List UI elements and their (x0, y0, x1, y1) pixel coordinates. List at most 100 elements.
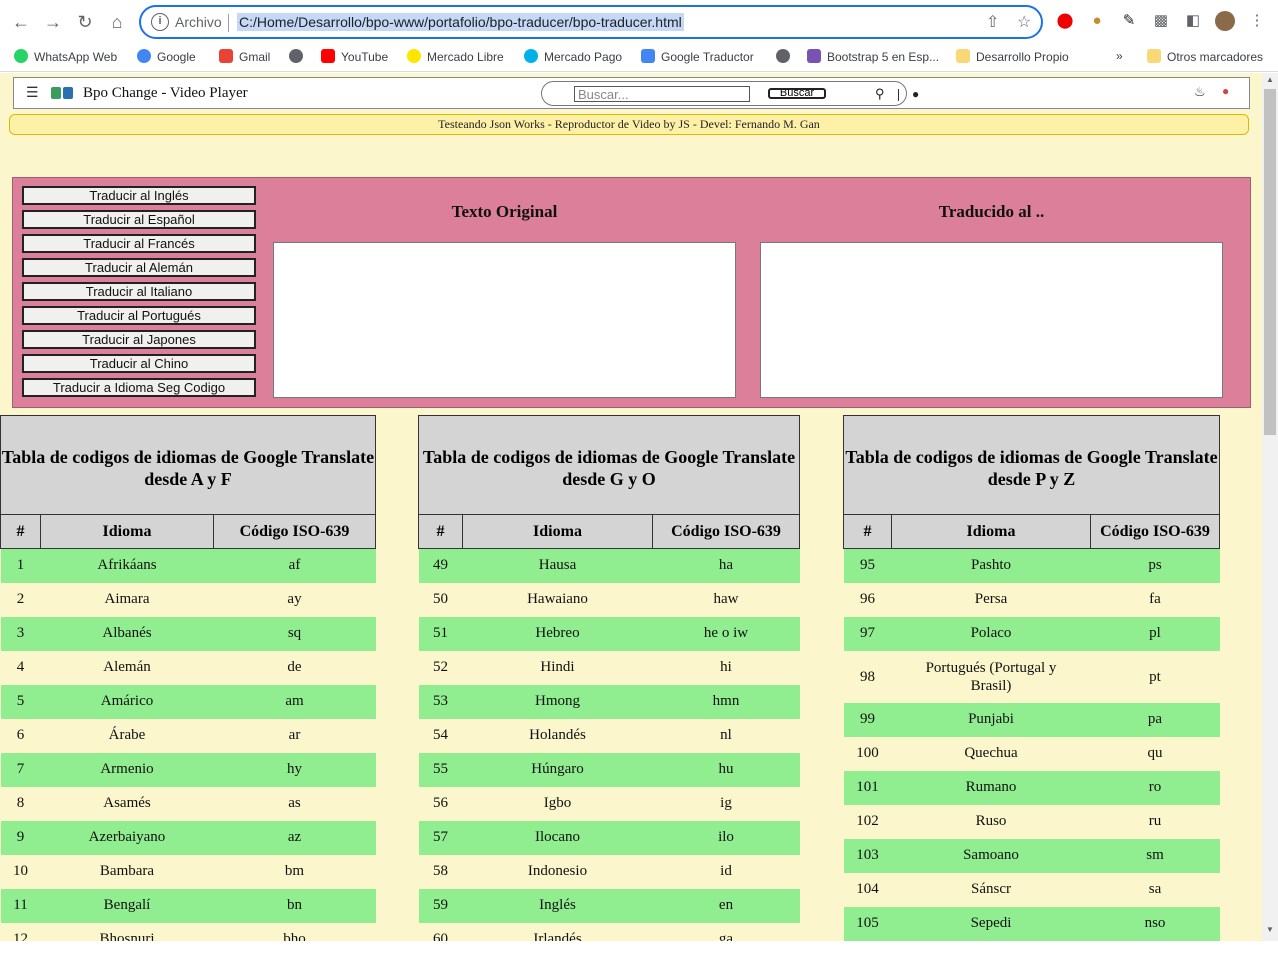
translate-german-button[interactable]: Traducir al Alemán (22, 258, 256, 277)
column-header: Código ISO-639 (1090, 514, 1220, 549)
translated-textarea[interactable] (760, 242, 1223, 398)
extensions-puzzle-icon[interactable]: ▩ (1151, 11, 1171, 31)
language-name: Bengalí (40, 888, 214, 923)
bookmark-label: Otros marcadores (1167, 50, 1264, 64)
table-row: 6 Árabe ar (1, 719, 376, 753)
translate-japanese-button[interactable]: Traducir al Japones (22, 330, 256, 349)
table-row: 57 Ilocano ilo (418, 820, 800, 855)
language-name: Ruso (975, 813, 1007, 829)
table-row: 102 Ruso ru (844, 805, 1220, 839)
menu-kebab-icon[interactable]: ⋮ (1247, 11, 1267, 31)
column-header: # (0, 514, 41, 549)
location-label: Archivo (175, 14, 222, 30)
search-icon[interactable]: ⚲ (875, 86, 885, 102)
bookmark-google[interactable]: Google (137, 49, 196, 64)
bookmark-label: Mercado Pago (544, 50, 623, 64)
scroll-down-arrow-icon[interactable]: ▼ (1266, 925, 1274, 934)
bookmark-mercado-libre[interactable]: Mercado Libre (407, 49, 504, 64)
address-bar[interactable]: i Archivo C:/Home/Desarrollo/bpo-www/por… (139, 5, 1043, 39)
iso-code: pt (1149, 668, 1161, 685)
bookmark-youtube[interactable]: YouTube (321, 49, 388, 64)
translate-spanish-button[interactable]: Traducir al Español (22, 210, 256, 229)
bookmark-google-traductor[interactable]: Google Traductor (641, 49, 754, 64)
language-name: Amárico (40, 684, 214, 719)
bookmark-label: Desarrollo Propio (976, 50, 1069, 64)
scroll-thumb[interactable] (1264, 89, 1276, 435)
iso-code: ps (1090, 548, 1220, 583)
table-row: 55 Húngaro hu (418, 752, 800, 787)
iso-code: ig (720, 795, 732, 811)
bookmark-globe-2[interactable] (776, 49, 796, 64)
table-caption: Tabla de codigos de idiomas de Google Tr… (418, 415, 800, 515)
iso-code: sa (1148, 881, 1162, 897)
share-icon[interactable]: ⇧ (986, 12, 999, 32)
eyedropper-icon[interactable]: ✎ (1119, 11, 1139, 31)
info-icon[interactable]: i (151, 13, 169, 31)
iso-code: ay (287, 591, 302, 607)
bookmark-folder-desarrollo[interactable]: Desarrollo Propio (956, 49, 1069, 64)
translate-english-button[interactable]: Traducir al Inglés (22, 186, 256, 205)
search-button[interactable]: Buscar (768, 88, 826, 99)
translate-chinese-button[interactable]: Traducir al Chino (22, 354, 256, 373)
iso-code: en (652, 888, 800, 923)
row-number: 60 (433, 931, 448, 941)
bookmark-label: Google Traductor (661, 50, 754, 64)
translator-panel: Traducir al Inglés Traducir al Español T… (12, 177, 1251, 408)
microphone-icon[interactable]: ● (912, 87, 919, 101)
iso-code: hmn (652, 684, 800, 719)
hamburger-menu-icon[interactable]: ☰ (26, 84, 39, 101)
reload-icon[interactable]: ↻ (72, 9, 98, 35)
home-icon[interactable]: ⌂ (104, 9, 130, 35)
table-row: 9 Azerbaiyano az (0, 820, 376, 855)
cookie-icon[interactable]: ● (1087, 11, 1107, 31)
bookmark-gmail[interactable]: Gmail (219, 49, 270, 64)
iso-code: bn (213, 888, 376, 923)
bookmark-bootstrap[interactable]: Bootstrap 5 en Esp... (807, 49, 939, 64)
url-text[interactable]: C:/Home/Desarrollo/bpo-www/portafolio/bp… (237, 13, 684, 31)
star-icon[interactable]: ☆ (1017, 12, 1031, 32)
translate-portuguese-button[interactable]: Traducir al Portugués (22, 306, 256, 325)
globe-icon (289, 49, 303, 63)
search-input[interactable] (574, 86, 750, 102)
row-number: 104 (856, 881, 879, 897)
translate-italian-button[interactable]: Traducir al Italiano (22, 282, 256, 301)
row-number: 102 (856, 813, 879, 829)
bell-icon[interactable]: ♨ (1194, 84, 1206, 100)
bookmark-label: Mercado Libre (427, 50, 504, 64)
extension-red-icon[interactable]: ⬤ (1055, 11, 1075, 31)
table-row: 99 Punjabi pa (843, 702, 1220, 737)
more-bookmarks[interactable]: » (1116, 49, 1123, 63)
google-icon (137, 49, 151, 63)
table-row: 59 Inglés en (418, 888, 800, 923)
bookmark-whatsapp[interactable]: WhatsApp Web (14, 49, 117, 64)
language-name: Sepedi (891, 906, 1091, 941)
original-textarea[interactable] (273, 242, 736, 398)
app-title: Bpo Change - Video Player (83, 85, 248, 101)
forward-arrow-icon[interactable]: → (40, 9, 66, 35)
row-number: 97 (843, 616, 892, 651)
iso-code: as (288, 795, 301, 811)
bookmark-mercado-pago[interactable]: Mercado Pago (524, 49, 622, 64)
back-arrow-icon[interactable]: ← (8, 9, 34, 35)
language-name: Húngaro (462, 752, 653, 787)
table-row: 54 Holandés nl (419, 719, 800, 753)
translate-by-code-button[interactable]: Traducir a Idioma Seg Codigo (22, 378, 256, 397)
bookmark-globe[interactable] (289, 49, 309, 64)
language-name: Hausa (462, 548, 653, 583)
translate-french-button[interactable]: Traducir al Francés (22, 234, 256, 253)
folder-icon (956, 49, 970, 63)
table-body: 49 Hausa ha 50 Hawaiano haw 51 Hebreo he o iw 52 H… (418, 548, 800, 941)
iso-code: pa (1090, 702, 1220, 737)
table-row: 97 Polaco pl (843, 616, 1220, 651)
iso-code: hi (720, 659, 732, 675)
table-row: 8 Asamés as (1, 787, 376, 821)
row-number: 3 (0, 616, 41, 651)
scroll-up-arrow-icon[interactable]: ▲ (1266, 75, 1274, 84)
iso-code: ha (652, 548, 800, 583)
profile-avatar-icon[interactable] (1215, 11, 1235, 31)
iso-code: am (213, 684, 376, 719)
side-panel-icon[interactable]: ◧ (1183, 11, 1203, 31)
vertical-scrollbar[interactable]: ▲ ▼ (1262, 73, 1278, 941)
bookmark-folder-otros[interactable]: Otros marcadores (1147, 49, 1263, 64)
user-icon[interactable]: ● (1222, 84, 1229, 98)
